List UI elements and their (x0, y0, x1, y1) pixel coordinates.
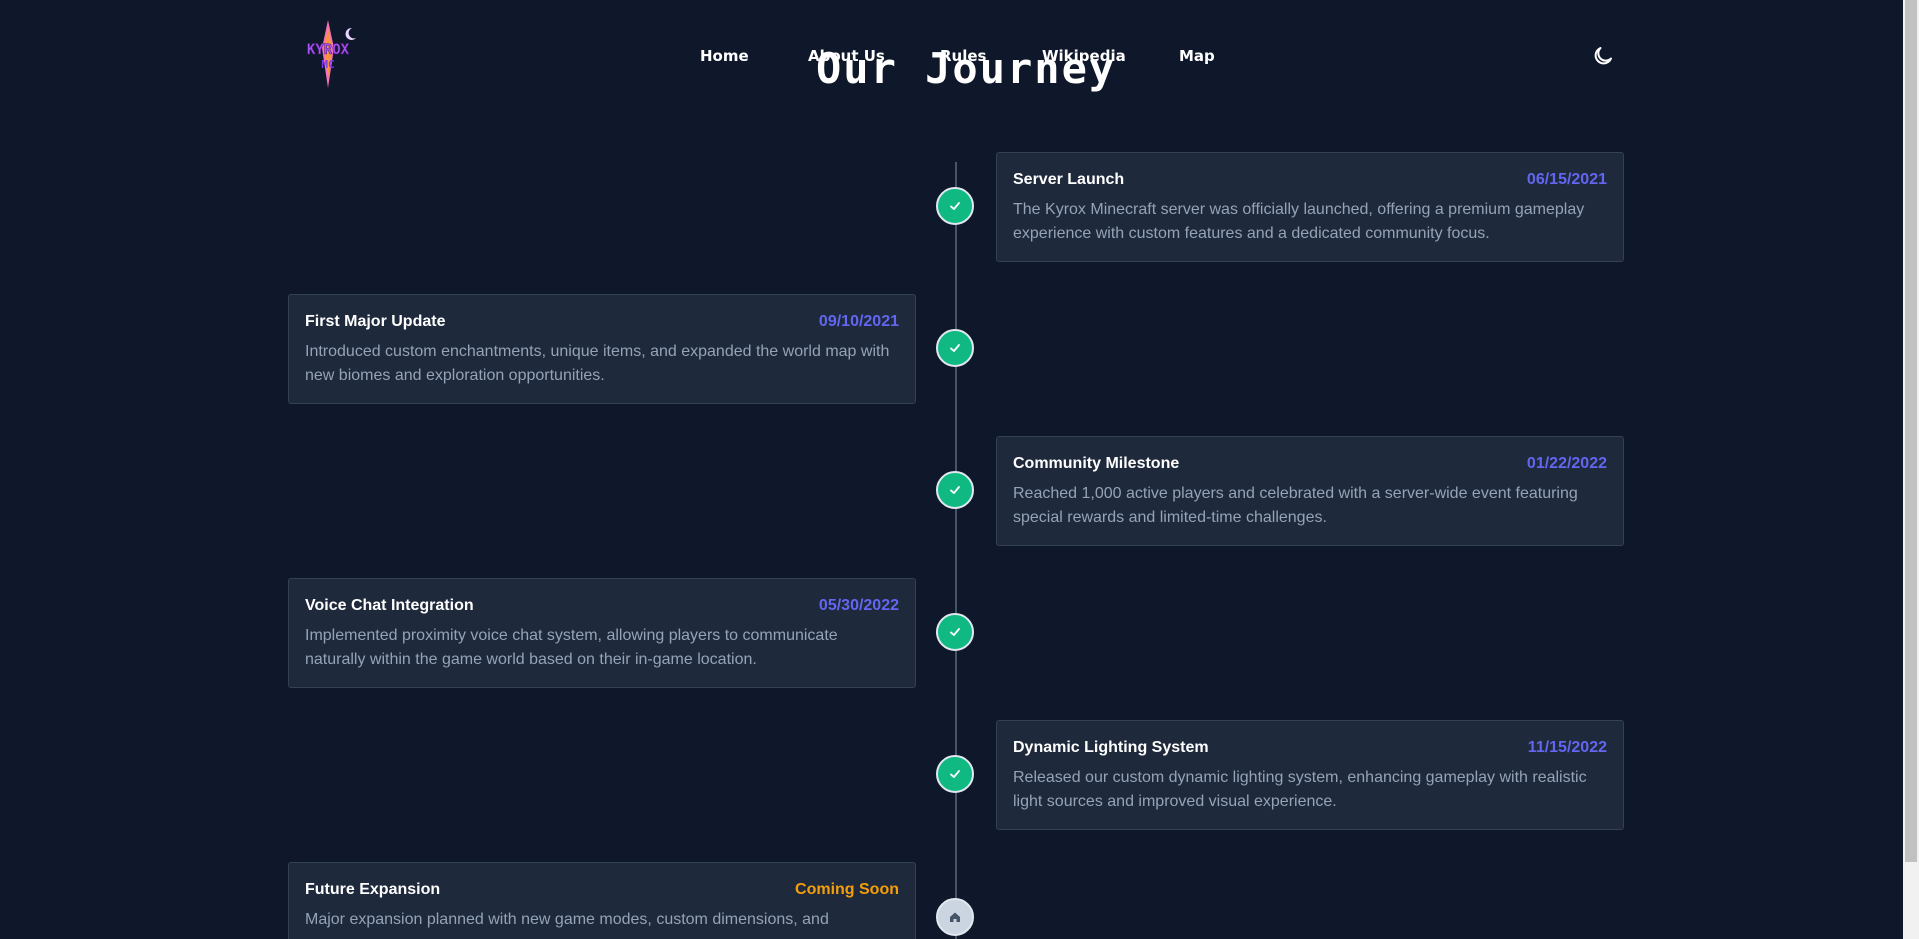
nav-map[interactable]: Map (1179, 47, 1215, 65)
card-title: Dynamic Lighting System (1013, 739, 1209, 756)
timeline-node-future (936, 898, 974, 936)
scrollbar-thumb[interactable] (1905, 0, 1917, 862)
page-title: Our Journey (816, 44, 1117, 93)
card-date: 09/10/2021 (818, 313, 899, 330)
card-date: 11/15/2022 (1527, 739, 1607, 756)
timeline-card: Dynamic Lighting System 11/15/2022 Relea… (996, 720, 1624, 830)
timeline-card: Future Expansion Coming Soon Major expan… (288, 862, 916, 939)
timeline-line (955, 162, 957, 939)
svg-text:MC: MC (321, 58, 334, 71)
nav-home[interactable]: Home (700, 47, 749, 65)
card-description: Introduced custom enchantments, unique i… (305, 343, 890, 384)
timeline-card: Voice Chat Integration 05/30/2022 Implem… (288, 578, 916, 688)
svg-text:KYROX: KYROX (307, 42, 350, 58)
timeline-node (936, 329, 974, 367)
check-icon (950, 628, 960, 636)
card-title: Voice Chat Integration (305, 597, 474, 614)
timeline-card: Server Launch 06/15/2021 The Kyrox Minec… (996, 152, 1624, 262)
card-title: Community Milestone (1013, 455, 1180, 472)
timeline-card: First Major Update 09/10/2021 Introduced… (288, 294, 916, 404)
site-logo[interactable]: KYROX MC (292, 18, 364, 90)
check-icon (950, 344, 960, 352)
card-title: Server Launch (1013, 171, 1125, 188)
check-icon (950, 770, 960, 778)
card-description: Major expansion planned with new game mo… (305, 911, 829, 928)
timeline-node (936, 755, 974, 793)
card-date: 06/15/2021 (1526, 171, 1607, 188)
check-icon (950, 202, 960, 210)
theme-toggle-button[interactable] (1591, 44, 1615, 68)
card-title: Future Expansion (305, 881, 441, 898)
timeline-node (936, 187, 974, 225)
logo-image: KYROX MC (307, 20, 356, 88)
timeline-node (936, 613, 974, 651)
card-description: Released our custom dynamic lighting sys… (1013, 769, 1587, 810)
card-date-coming-soon: Coming Soon (795, 881, 899, 898)
card-date: 05/30/2022 (818, 597, 899, 614)
moon-icon (1594, 47, 1612, 65)
card-date: 01/22/2022 (1526, 455, 1607, 472)
timeline-card: Community Milestone 01/22/2022 Reached 1… (996, 436, 1624, 546)
timeline-node (936, 471, 974, 509)
home-icon (950, 912, 960, 922)
card-description: Reached 1,000 active players and celebra… (1013, 485, 1578, 526)
card-description: Implemented proximity voice chat system,… (305, 627, 838, 668)
card-description: The Kyrox Minecraft server was officiall… (1013, 201, 1585, 242)
card-title: First Major Update (305, 313, 446, 330)
check-icon (950, 486, 960, 494)
